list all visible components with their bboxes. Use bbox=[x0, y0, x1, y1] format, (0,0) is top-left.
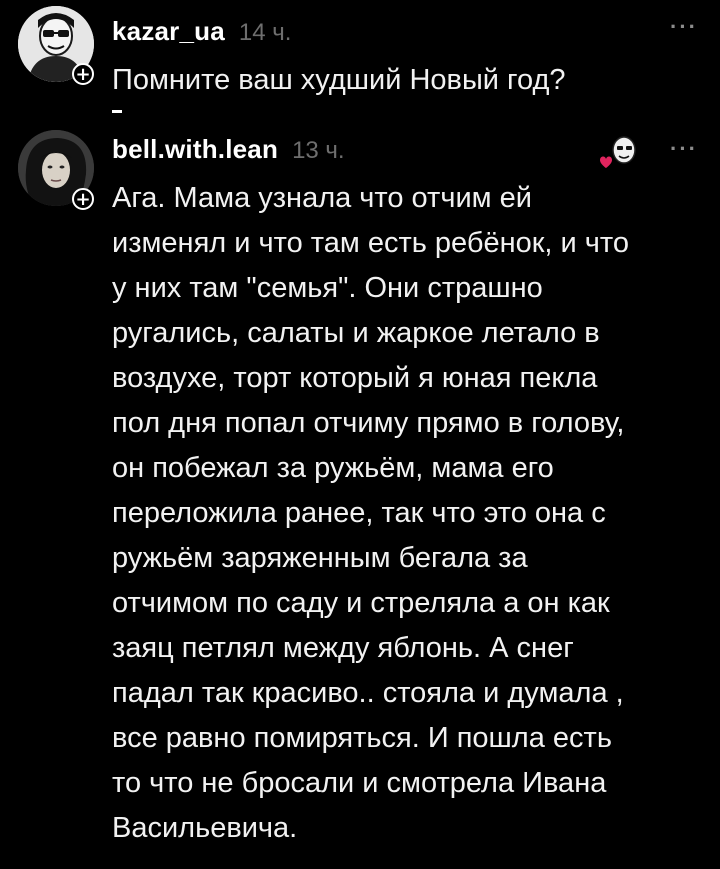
post-body-line: то что не бросали и смотрела Ивана bbox=[112, 767, 607, 799]
follow-plus-icon[interactable]: + bbox=[72, 63, 94, 85]
post-header: bell.with.lean 13 ч. bbox=[112, 134, 345, 165]
post-body-line: у них там "семья". Они страшно bbox=[112, 272, 543, 304]
post-header: kazar_ua 14 ч. bbox=[112, 16, 291, 47]
post-body-line: он побежал за ружьём, мама его bbox=[112, 452, 554, 484]
truncation-mark bbox=[112, 110, 122, 113]
post-body-line: пол дня попал отчиму прямо в голову, bbox=[112, 407, 625, 439]
post-body-line: Васильевича. bbox=[112, 812, 298, 844]
post-bell-with-lean: + bell.with.lean 13 ч. ··· Ага. Мама узн… bbox=[0, 122, 720, 869]
post-kazar-ua: + kazar_ua 14 ч. ··· Помните ваш худший … bbox=[0, 0, 720, 122]
follow-plus-icon[interactable]: + bbox=[72, 188, 94, 210]
more-options-icon[interactable]: ··· bbox=[670, 14, 698, 40]
post-body-line: Ага. Мама узнала что отчим ей bbox=[112, 182, 532, 214]
username[interactable]: bell.with.lean bbox=[112, 134, 278, 165]
post-body-line: изменял и что там есть ребёнок, и что bbox=[112, 227, 629, 259]
post-body: Ага. Мама узнала что отчим ей изменял и … bbox=[112, 176, 700, 851]
post-body-line: все равно помиряться. И пошла есть bbox=[112, 722, 612, 754]
post-body-line: Помните ваш худший Новый год? bbox=[112, 64, 566, 96]
timestamp: 13 ч. bbox=[292, 137, 345, 164]
heart-face-icon[interactable] bbox=[596, 132, 638, 172]
timestamp: 14 ч. bbox=[238, 19, 292, 46]
post-body-line: отчимом по саду и стреляла а он как bbox=[112, 587, 610, 619]
post-body-line: воздухе, торт который я юная пекла bbox=[112, 362, 598, 394]
more-options-icon[interactable]: ··· bbox=[670, 136, 698, 162]
post-body-line: ружьём заряженным бегала за bbox=[112, 542, 528, 574]
post-body-line: падал так красиво.. стояла и думала , bbox=[112, 677, 624, 709]
username[interactable]: kazar_ua bbox=[112, 16, 225, 47]
post-body-line: заяц петлял между яблонь. А снег bbox=[112, 632, 574, 664]
post-body: Помните ваш худший Новый год? bbox=[112, 58, 702, 103]
post-body-line: переложила ранее, так что это она с bbox=[112, 497, 606, 529]
post-body-line: ругались, салаты и жаркое летало в bbox=[112, 317, 600, 349]
